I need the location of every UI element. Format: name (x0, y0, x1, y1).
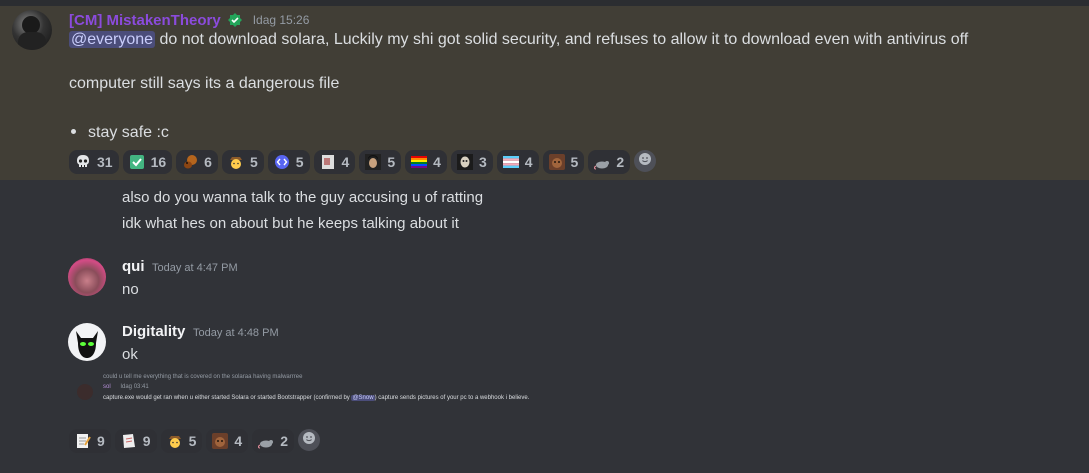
avatar (77, 384, 93, 400)
rainbow-flag-icon (411, 154, 428, 170)
reaction-face[interactable]: 5 (359, 150, 402, 174)
reaction-count: 5 (570, 154, 579, 170)
reaction-cowboy[interactable]: 5 (221, 150, 264, 174)
reaction-count: 9 (97, 433, 105, 449)
screenshot-timestamp: Idag 03:41 (120, 384, 149, 390)
smiley-add-icon (638, 152, 652, 171)
attached-screenshot-image[interactable]: could u tell me everything that is cover… (73, 372, 633, 422)
smiley-add-icon (302, 431, 316, 450)
reaction-cowboy[interactable]: 5 (160, 429, 203, 453)
screenshot-author-name: sol (103, 384, 111, 390)
dog-icon (212, 433, 229, 449)
reaction-rat[interactable]: 2 (252, 429, 294, 453)
message-text: do not download solara, Luckily my shi g… (155, 31, 969, 48)
dog-icon (548, 154, 565, 170)
reaction-count: 4 (341, 154, 350, 170)
skull-icon (75, 154, 91, 170)
continuation-line: idk what hes on about but he keeps talki… (122, 215, 459, 232)
memo-icon (75, 433, 91, 449)
trans-flag-icon (502, 154, 519, 170)
reaction-memo[interactable]: 9 (69, 429, 111, 453)
code-icon (274, 154, 290, 170)
message-timestamp: Idag 15:26 (252, 13, 310, 27)
screenshot-body: capture.exe would get ran when u either … (103, 394, 623, 403)
everyone-mention[interactable]: @everyone (69, 31, 156, 48)
add-reaction-button[interactable] (297, 429, 320, 451)
author-name[interactable]: [CM] MistakenTheory (69, 12, 221, 29)
reaction-count: 5 (188, 433, 197, 449)
reaction-rainbow-flag[interactable]: 4 (405, 150, 447, 174)
reaction-bar: 9 9 5 4 2 (69, 429, 320, 453)
cowboy-face-icon (167, 433, 183, 449)
bullet-dot-icon (71, 129, 76, 134)
reaction-paper[interactable]: 4 (313, 150, 356, 174)
message-text-line2: computer still says its a dangerous file (69, 75, 340, 92)
reaction-count: 16 (150, 154, 167, 170)
reaction-count: 5 (249, 154, 258, 170)
reaction-check[interactable]: 16 (122, 150, 173, 174)
reaction-trans-flag[interactable]: 4 (496, 150, 539, 174)
reaction-page[interactable]: 9 (114, 429, 157, 453)
message-header: [CM] MistakenTheory Idag 15:26 (69, 10, 309, 30)
reaction-code[interactable]: 5 (267, 150, 310, 174)
reaction-bar: 31 16 6 5 5 4 5 4 3 4 5 2 (69, 150, 657, 174)
reaction-count: 4 (524, 154, 533, 170)
continuation-line: also do you wanna talk to the guy accusi… (122, 189, 484, 206)
page-icon (121, 433, 137, 449)
bullet-text: stay safe :c (88, 124, 169, 141)
avatar[interactable] (68, 323, 106, 361)
reaction-count: 2 (280, 433, 288, 449)
face-emoji-icon (365, 154, 382, 170)
avatar[interactable] (12, 10, 52, 50)
reaction-count: 2 (616, 154, 625, 170)
reaction-rat[interactable]: 2 (588, 150, 631, 174)
reaction-squirrel[interactable]: 6 (176, 150, 218, 174)
author-name[interactable]: qui (122, 258, 145, 275)
message-text: no (122, 281, 139, 298)
reaction-count: 3 (478, 154, 487, 170)
avatar[interactable] (68, 258, 106, 296)
screenshot-author: sol Idag 03:41 (103, 384, 149, 390)
message-timestamp: Today at 4:47 PM (152, 262, 238, 274)
message-bullet: stay safe :c (69, 124, 169, 142)
cowboy-face-icon (228, 154, 244, 170)
reaction-count: 5 (295, 154, 304, 170)
reaction-skull[interactable]: 31 (69, 150, 119, 174)
screenshot-body-text: capture.exe would get ran when u either … (103, 395, 352, 401)
message-text: ok (122, 346, 138, 363)
reaction-dog[interactable]: 4 (206, 429, 249, 453)
message-text-line1: @everyone do not download solara, Luckil… (69, 31, 968, 49)
screenshot-body-text: ) capture sends pictures of your pc to a… (374, 395, 530, 401)
squirrel-icon (182, 154, 198, 170)
reaction-count: 6 (204, 154, 212, 170)
verified-badge-icon (227, 12, 243, 28)
add-reaction-button[interactable] (634, 150, 657, 172)
reaction-count: 4 (234, 433, 243, 449)
reply-preview: could u tell me everything that is cover… (103, 374, 303, 380)
reaction-count: 9 (142, 433, 151, 449)
reaction-dog[interactable]: 5 (542, 150, 585, 174)
author-name[interactable]: Digitality (122, 323, 185, 340)
paper-icon (320, 154, 336, 170)
rat-icon (258, 433, 274, 449)
rat-icon (594, 154, 610, 170)
skull-face-icon (456, 154, 473, 170)
screenshot-mention: @Snow (351, 395, 375, 401)
reaction-count: 31 (97, 154, 113, 170)
check-icon (129, 154, 145, 170)
demon-mask-icon (76, 331, 98, 358)
reaction-skull-face[interactable]: 3 (450, 150, 493, 174)
reaction-count: 5 (387, 154, 396, 170)
reaction-count: 4 (433, 154, 441, 170)
message-timestamp: Today at 4:48 PM (193, 327, 279, 339)
